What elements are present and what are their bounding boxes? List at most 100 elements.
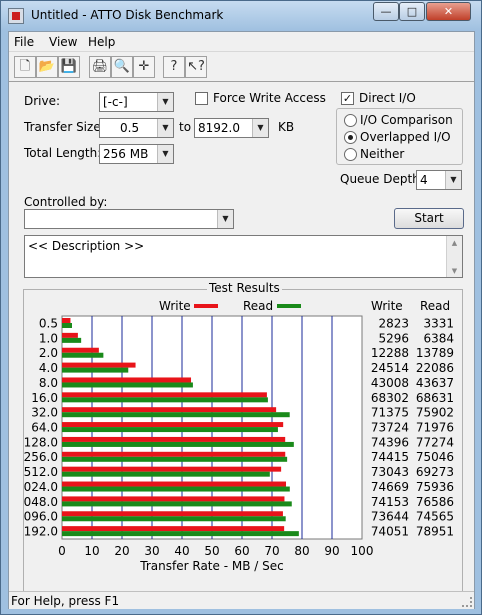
write-bar <box>62 436 286 442</box>
write-value: 43008 <box>371 376 409 390</box>
x-tick-label: 0 <box>58 544 66 558</box>
category-label: 16.0 <box>31 391 58 405</box>
io-comparison-label[interactable]: I/O Comparison <box>360 113 453 127</box>
transfer-size-from-select[interactable]: 0.5 ▼ <box>99 118 174 138</box>
direct-io-checkbox[interactable]: ✓ <box>341 92 354 105</box>
category-label: 2.0 <box>39 346 58 360</box>
x-tick-label: 100 <box>351 544 374 558</box>
menu-view[interactable]: View <box>49 35 77 49</box>
total-length-select[interactable]: 256 MB ▼ <box>99 144 174 164</box>
chevron-down-icon[interactable]: ▼ <box>252 119 268 137</box>
queue-depth-select[interactable]: 4 ▼ <box>416 170 462 190</box>
print-icon[interactable]: 🖨 <box>89 56 111 78</box>
category-label: 2048.0 <box>24 495 58 509</box>
drive-value: [-c-] <box>103 95 128 109</box>
chevron-down-icon[interactable]: ▼ <box>445 171 461 189</box>
write-bar <box>62 332 78 338</box>
read-value: 78951 <box>416 525 454 539</box>
write-bar <box>62 511 283 517</box>
read-bar <box>62 456 288 462</box>
total-length-value: 256 MB <box>103 147 149 161</box>
read-value: 75902 <box>416 406 454 420</box>
chevron-down-icon[interactable]: ▼ <box>217 210 233 228</box>
read-value: 76586 <box>416 495 454 509</box>
overlapped-io-radio[interactable] <box>344 131 357 144</box>
status-bar: For Help, press F1 <box>9 591 474 609</box>
scroll-up-icon[interactable]: ▲ <box>447 239 462 247</box>
chevron-down-icon[interactable]: ▼ <box>157 145 173 163</box>
x-tick-label: 60 <box>234 544 249 558</box>
neither-label[interactable]: Neither <box>360 147 404 161</box>
window-title: Untitled - ATTO Disk Benchmark <box>31 8 224 22</box>
save-icon[interactable]: 💾 <box>58 56 80 78</box>
title-bar[interactable]: Untitled - ATTO Disk Benchmark — □ ✕ <box>1 1 481 31</box>
help-icon[interactable]: ? <box>163 56 185 78</box>
category-label: 4096.0 <box>24 510 58 524</box>
description-scrollbar[interactable]: ▲ ▼ <box>446 236 462 277</box>
force-write-checkbox[interactable] <box>195 92 208 105</box>
close-button[interactable]: ✕ <box>426 2 471 21</box>
context-help-icon[interactable]: ↖? <box>185 56 207 78</box>
total-length-label: Total Length: <box>24 146 102 160</box>
overlapped-io-label[interactable]: Overlapped I/O <box>360 130 451 144</box>
category-label: 256.0 <box>24 450 58 464</box>
neither-radio[interactable] <box>344 148 357 161</box>
transfer-size-to-select[interactable]: 8192.0 ▼ <box>194 118 269 138</box>
io-comparison-radio[interactable] <box>344 114 357 127</box>
read-bar <box>62 516 286 522</box>
to-label: to <box>179 120 192 134</box>
category-label: 1024.0 <box>24 480 58 494</box>
x-tick-label: 80 <box>294 544 309 558</box>
read-bar <box>62 382 193 388</box>
read-value: 69273 <box>416 465 454 479</box>
x-tick-label: 70 <box>264 544 279 558</box>
test-results-group: Test Results Write Read Write Read 0 10 20… <box>23 281 463 594</box>
transfer-size-label: Transfer Size: <box>24 120 105 134</box>
start-button[interactable]: Start <box>394 208 464 229</box>
queue-depth-label: Queue Depth: <box>340 172 424 186</box>
direct-io-label[interactable]: Direct I/O <box>359 91 416 105</box>
scroll-down-icon[interactable]: ▼ <box>447 267 462 275</box>
minimize-button[interactable]: — <box>373 2 399 21</box>
write-value: 74669 <box>371 480 409 494</box>
chevron-down-icon[interactable]: ▼ <box>157 119 173 137</box>
category-label: 128.0 <box>24 435 58 449</box>
write-value: 73724 <box>371 421 409 435</box>
open-folder-icon[interactable]: 📂 <box>36 56 58 78</box>
maximize-button[interactable]: □ <box>399 2 425 21</box>
read-bar <box>62 501 292 507</box>
resize-grip[interactable] <box>462 597 472 607</box>
category-label: 32.0 <box>31 406 58 420</box>
write-bar <box>62 422 284 428</box>
queue-depth-value: 4 <box>420 173 428 187</box>
client-area: File View Help 🗋 📂 💾 🖨 🔍 ✛? ↖? Drive: [-c-] ▼ … <box>8 31 475 609</box>
controlled-by-select[interactable]: ▼ <box>24 209 234 229</box>
read-value: 75046 <box>416 450 454 464</box>
write-value: 74415 <box>371 450 409 464</box>
write-value: 24514 <box>371 361 409 375</box>
read-value: 43637 <box>416 376 454 390</box>
write-value: 73043 <box>371 465 409 479</box>
chevron-down-icon[interactable]: ▼ <box>157 93 173 111</box>
write-value: 71375 <box>371 406 409 420</box>
x-tick-label: 30 <box>144 544 159 558</box>
read-bar <box>62 397 268 403</box>
atto-app-icon[interactable] <box>8 8 24 24</box>
drive-label: Drive: <box>24 94 61 108</box>
description-box[interactable]: << Description >> ▲ ▼ <box>24 235 463 278</box>
force-write-label[interactable]: Force Write Access <box>213 91 326 105</box>
read-bar <box>62 337 82 343</box>
menu-help[interactable]: Help <box>88 35 115 49</box>
new-document-icon[interactable]: 🗋 <box>14 56 36 78</box>
menu-bar: File View Help <box>9 32 474 52</box>
menu-file[interactable]: File <box>14 35 34 49</box>
print-preview-icon[interactable]: 🔍 <box>111 56 133 78</box>
io-mode-group: I/O Comparison Overlapped I/O Neither <box>336 108 463 165</box>
write-value: 68302 <box>371 391 409 405</box>
category-label: 1.0 <box>39 331 58 345</box>
write-value: 74396 <box>371 435 409 449</box>
write-bar <box>62 481 287 487</box>
read-bar <box>62 441 294 447</box>
move-icon[interactable]: ✛ <box>133 56 155 78</box>
drive-select[interactable]: [-c-] ▼ <box>99 92 174 112</box>
